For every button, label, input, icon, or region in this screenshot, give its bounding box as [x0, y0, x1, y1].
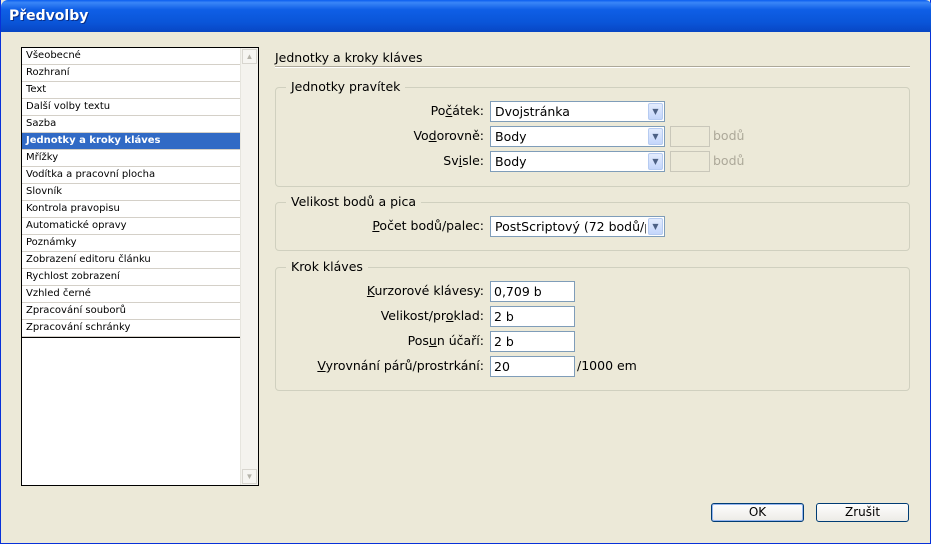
sidebar-item[interactable]: Zpracování souborů — [22, 303, 241, 320]
horizontal-units-select[interactable]: Body ▼ — [490, 126, 665, 147]
sidebar-item[interactable]: Vodítka a pracovní plocha — [22, 167, 241, 184]
panel-title-divider — [275, 66, 910, 68]
sidebar-item[interactable]: Kontrola pravopisu — [22, 201, 241, 218]
points-per-inch-label: Počet bodů/palec: — [372, 218, 484, 233]
category-list[interactable]: Všeobecné Rozhraní Text Další volby textu Sa… — [21, 47, 259, 486]
horizontal-label: Vodorovně: — [413, 128, 484, 143]
size-leading-input[interactable]: 2 b — [490, 306, 575, 327]
scroll-down-icon[interactable]: ▼ — [242, 469, 257, 484]
panel-title: Jednotky a kroky kláves — [275, 50, 423, 65]
cancel-button[interactable]: Zrušit — [816, 503, 909, 522]
chevron-down-icon[interactable]: ▼ — [648, 218, 663, 235]
sidebar-item[interactable]: Text — [22, 82, 241, 99]
sidebar-item[interactable]: Rychlost zobrazení — [22, 269, 241, 286]
origin-select[interactable]: Dvojstránka ▼ — [490, 101, 665, 122]
keyboard-increments-legend: Krok kláves — [286, 259, 368, 274]
ok-button[interactable]: OK — [711, 503, 804, 522]
vertical-points-input[interactable] — [670, 151, 710, 172]
scroll-up-icon[interactable]: ▲ — [242, 49, 257, 64]
chevron-down-icon[interactable]: ▼ — [648, 153, 663, 170]
cursor-key-label: Kurzorové klávesy: — [366, 283, 484, 298]
vertical-points-unit: bodů — [713, 153, 745, 168]
chevron-down-icon[interactable]: ▼ — [648, 103, 663, 120]
sidebar-item[interactable]: Rozhraní — [22, 65, 241, 82]
sidebar-item[interactable]: Jednotky a kroky kláves — [22, 133, 241, 150]
sidebar-item[interactable]: Poznámky — [22, 235, 241, 252]
kerning-tracking-label: Vyrovnání párů/prostrkání: — [317, 358, 484, 373]
baseline-shift-label: Posun účaří: — [407, 333, 484, 348]
sidebar-item[interactable]: Zobrazení editoru článku — [22, 252, 241, 269]
kerning-tracking-input[interactable]: 20 — [490, 356, 575, 377]
category-list-scrollbar[interactable]: ▲ ▼ — [240, 48, 258, 485]
preferences-dialog: Předvolby Všeobecné Rozhraní Text Další vol… — [0, 0, 931, 544]
sidebar-item[interactable]: Vzhled černé — [22, 286, 241, 303]
points-per-inch-select[interactable]: PostScriptový (72 bodů/palec) ▼ — [490, 216, 665, 237]
sidebar-item[interactable]: Automatické opravy — [22, 218, 241, 235]
ruler-units-legend: Jednotky pravítek — [286, 79, 406, 94]
sidebar-item[interactable]: Sazba — [22, 116, 241, 133]
vertical-label: Svisle: — [443, 153, 484, 168]
origin-label: Počátek: — [430, 103, 484, 118]
title-bar[interactable]: Předvolby — [1, 0, 931, 32]
baseline-shift-input[interactable]: 2 b — [490, 331, 575, 352]
chevron-down-icon[interactable]: ▼ — [648, 128, 663, 145]
point-pica-legend: Velikost bodů a pica — [286, 194, 422, 209]
horizontal-points-unit: bodů — [713, 128, 745, 143]
window-title: Předvolby — [9, 8, 89, 24]
horizontal-points-input[interactable] — [670, 126, 710, 147]
sidebar-item[interactable]: Další volby textu — [22, 99, 241, 116]
cursor-key-input[interactable]: 0,709 b — [490, 281, 575, 302]
category-list-empty-area — [22, 337, 241, 485]
sidebar-item[interactable]: Všeobecné — [22, 48, 241, 65]
vertical-units-select[interactable]: Body ▼ — [490, 151, 665, 172]
sidebar-item[interactable]: Mřížky — [22, 150, 241, 167]
size-leading-label: Velikost/proklad: — [380, 308, 484, 323]
sidebar-item[interactable]: Slovník — [22, 184, 241, 201]
sidebar-item[interactable]: Zpracování schránky — [22, 320, 241, 337]
category-items: Všeobecné Rozhraní Text Další volby textu Sa… — [22, 48, 241, 337]
kerning-tracking-unit: /1000 em — [577, 358, 637, 373]
